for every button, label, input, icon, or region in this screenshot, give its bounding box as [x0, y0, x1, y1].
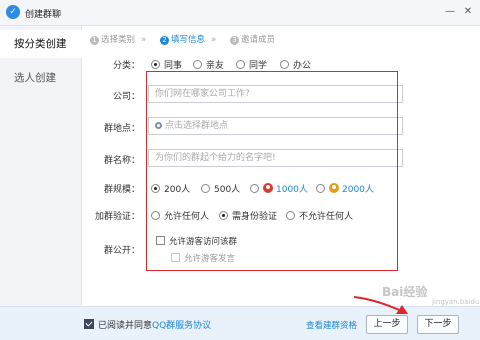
sidebar-item-by-category[interactable]: 按分类创建 [0, 30, 82, 58]
category-radio-classmate[interactable]: 同学 [236, 58, 267, 71]
category-label: 分类： [112, 61, 140, 71]
sidebar-item-by-people[interactable]: 选人创建 [0, 64, 82, 92]
step-select-category: 1 选择类别» [90, 33, 146, 45]
annotation-highlight-box [146, 71, 398, 271]
view-qualification-link[interactable]: 查看建群资格 [306, 319, 357, 331]
watermark-url: jingyan.baidu.com [432, 298, 480, 306]
watermark-logo: Bai经验 [382, 285, 428, 299]
group-size-label: 群规模： [103, 185, 140, 195]
window-title: 创建群聊 [25, 10, 62, 20]
group-public-label: 群公开： [103, 246, 140, 256]
group-name-label: 群名称： [103, 156, 140, 166]
title-bar: ✓ 创建群聊 — ✕ [0, 0, 480, 26]
minimize-icon[interactable]: — [442, 4, 458, 20]
category-radio-colleague[interactable]: 同事 [151, 58, 182, 71]
join-verify-label: 加群验证： [94, 212, 140, 222]
step-invite-members: 3 邀请成员 [230, 33, 275, 45]
close-icon[interactable]: ✕ [460, 4, 476, 20]
agree-terms-checkbox[interactable]: 已阅读并同意QQ群服务协议 [84, 318, 211, 331]
category-radio-family[interactable]: 亲友 [193, 58, 224, 71]
category-radio-office[interactable]: 办公 [280, 58, 311, 71]
sidebar: 按分类创建 选人创建 [0, 26, 82, 306]
previous-step-button[interactable]: 上一步 [366, 315, 408, 334]
qq-group-terms-link[interactable]: QQ群服务协议 [152, 321, 211, 331]
app-logo-icon: ✓ [6, 5, 20, 19]
step-fill-info: 2 填写信息» [160, 33, 216, 45]
next-step-button[interactable]: 下一步 [417, 315, 459, 334]
location-label: 群地点： [103, 124, 140, 134]
checked-box-icon [84, 319, 94, 329]
company-label: 公司： [112, 92, 140, 102]
